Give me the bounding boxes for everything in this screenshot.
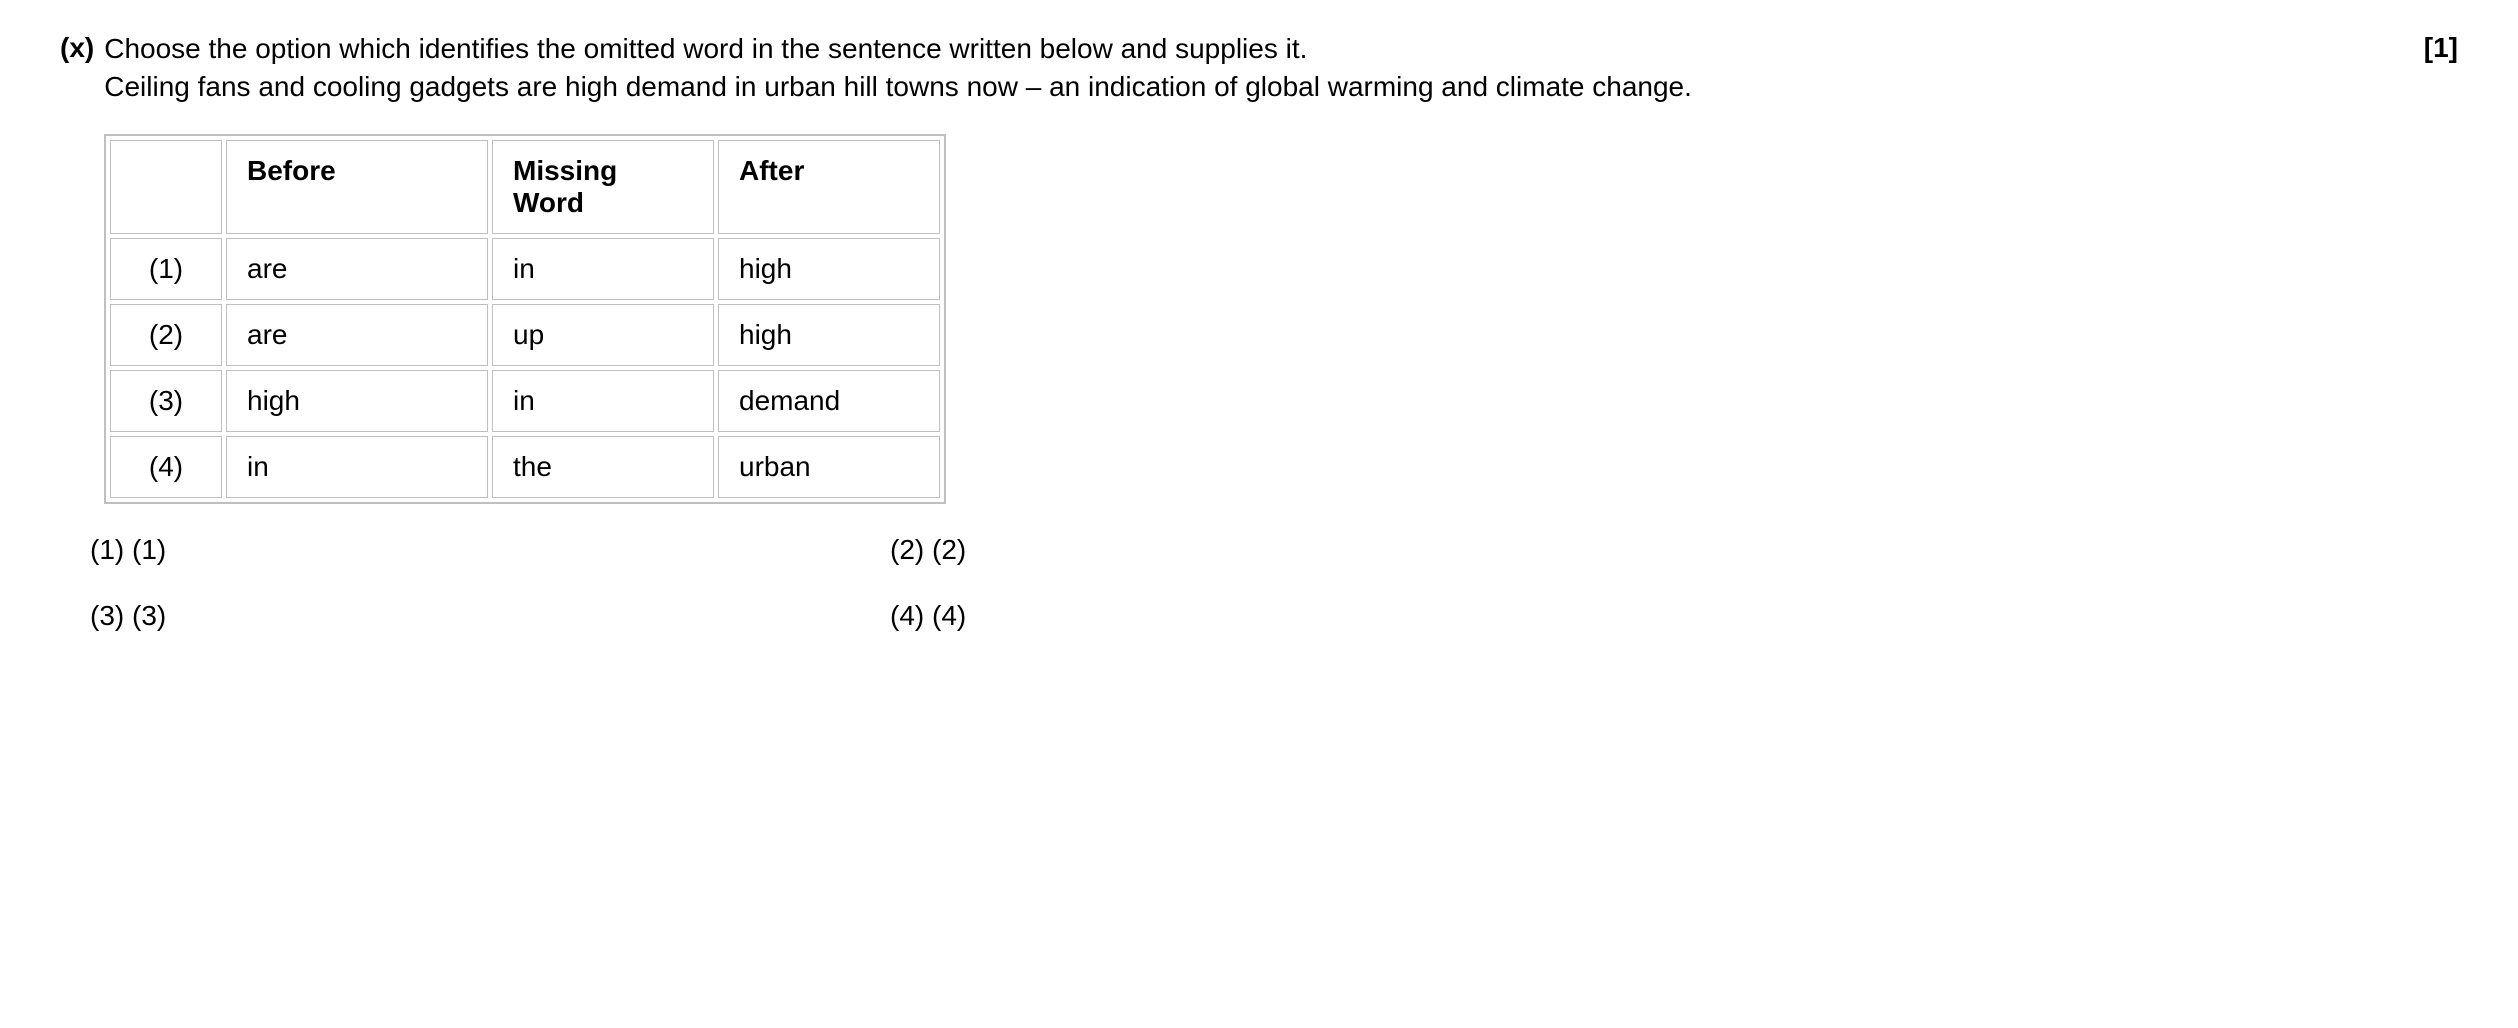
table-row: (2) are up high xyxy=(110,304,940,366)
row-before: are xyxy=(226,238,488,300)
row-after: urban xyxy=(718,436,940,498)
row-missing: in xyxy=(492,370,714,432)
row-before: high xyxy=(226,370,488,432)
row-label: (3) xyxy=(110,370,222,432)
header-blank xyxy=(110,140,222,234)
question-sentence: Ceiling fans and cooling gadgets are hig… xyxy=(104,71,1692,102)
answer-number: (1) xyxy=(90,534,124,565)
table-row: (1) are in high xyxy=(110,238,940,300)
answer-options: (1) (1) (2) (2) (3) (3) (4) (4) xyxy=(90,534,1690,632)
answer-number: (2) xyxy=(890,534,924,565)
options-table: Before Missing Word After (1) are in hig… xyxy=(104,134,946,504)
table-header-row: Before Missing Word After xyxy=(110,140,940,234)
header-after: After xyxy=(718,140,940,234)
answer-text: (2) xyxy=(932,534,966,565)
answer-option-1[interactable]: (1) (1) xyxy=(90,534,890,566)
header-missing: Missing Word xyxy=(492,140,714,234)
answer-text: (4) xyxy=(932,600,966,631)
row-missing: the xyxy=(492,436,714,498)
question-block: (x) Choose the option which identifies t… xyxy=(60,30,2458,106)
table-row: (3) high in demand xyxy=(110,370,940,432)
answer-option-3[interactable]: (3) (3) xyxy=(90,600,890,632)
answer-option-2[interactable]: (2) (2) xyxy=(890,534,1690,566)
row-label: (2) xyxy=(110,304,222,366)
header-before: Before xyxy=(226,140,488,234)
answer-text: (1) xyxy=(132,534,166,565)
row-missing: up xyxy=(492,304,714,366)
question-marks: [1] xyxy=(2384,30,2458,64)
table-row: (4) in the urban xyxy=(110,436,940,498)
row-label: (1) xyxy=(110,238,222,300)
row-after: high xyxy=(718,304,940,366)
answer-number: (3) xyxy=(90,600,124,631)
row-before: are xyxy=(226,304,488,366)
question-text: Choose the option which identifies the o… xyxy=(104,30,2374,106)
answer-text: (3) xyxy=(132,600,166,631)
options-table-block: Before Missing Word After (1) are in hig… xyxy=(104,134,2458,504)
row-label: (4) xyxy=(110,436,222,498)
row-missing: in xyxy=(492,238,714,300)
row-after: demand xyxy=(718,370,940,432)
answer-number: (4) xyxy=(890,600,924,631)
question-number: (x) xyxy=(60,30,94,64)
row-after: high xyxy=(718,238,940,300)
question-prompt: Choose the option which identifies the o… xyxy=(104,33,1307,64)
question-body: Choose the option which identifies the o… xyxy=(104,30,2374,106)
answer-option-4[interactable]: (4) (4) xyxy=(890,600,1690,632)
row-before: in xyxy=(226,436,488,498)
